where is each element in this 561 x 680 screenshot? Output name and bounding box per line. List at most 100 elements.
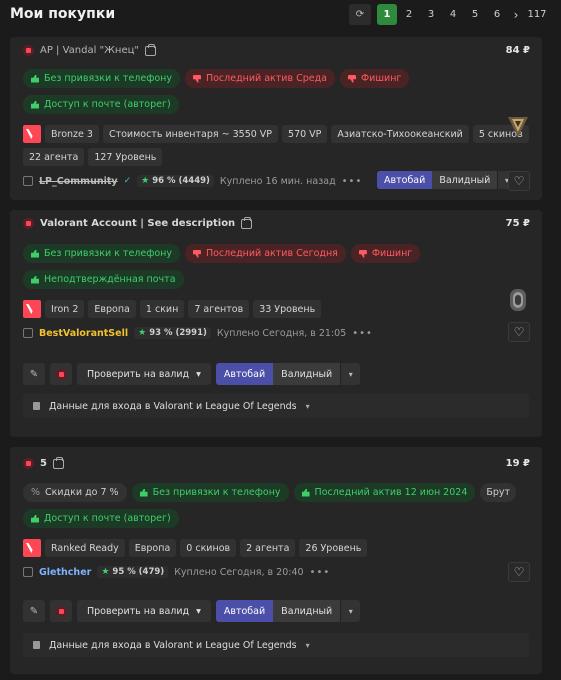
tag: Последний актив Среда	[184, 69, 335, 88]
tag-label: Фишинг	[371, 248, 413, 259]
autobuy-button[interactable]: Автобай	[215, 600, 274, 622]
next-page-icon[interactable]: ›	[509, 4, 523, 25]
card-title[interactable]: Valorant Account | See description	[40, 218, 235, 229]
tags-row: Без привязки к телефону Последний актив …	[23, 244, 421, 263]
info-chip: 26 Уровень	[299, 539, 368, 557]
more-options-icon[interactable]: •••	[310, 567, 331, 578]
heart-icon: ♡	[513, 565, 525, 579]
tag-label: Доступ к почте (авторег)	[44, 513, 171, 524]
rating-value: 96 % (4449)	[152, 176, 210, 186]
info-chip: Европа	[88, 300, 136, 318]
tag-label: Без привязки к телефону	[44, 248, 172, 259]
thumbs-down-icon	[192, 249, 201, 258]
page-3-button[interactable]: 3	[421, 4, 441, 25]
edit-icon[interactable]: ✎	[23, 363, 45, 385]
page-1-button[interactable]: 1	[377, 4, 397, 25]
thumbs-up-icon	[301, 488, 310, 497]
more-options-icon[interactable]: •••	[342, 176, 363, 187]
edit-icon[interactable]: ✎	[23, 600, 45, 622]
page-2-button[interactable]: 2	[399, 4, 419, 25]
tag: Последний актив 12 июн 2024	[293, 483, 476, 502]
valorant-button[interactable]	[50, 600, 72, 622]
valid-button[interactable]: Валидный	[273, 600, 341, 622]
tag-label: Неподтверждённая почта	[44, 274, 176, 285]
tag: Фишинг	[350, 244, 421, 263]
pagination: ⟳ 1 2 3 4 5 6 › 117	[349, 4, 549, 25]
seller-rating: ★ 95 % (479)	[97, 566, 169, 578]
thumbs-up-icon	[31, 74, 39, 83]
seller-name[interactable]: LP_Community	[39, 176, 118, 187]
tag: Последний актив Сегодня	[184, 244, 346, 263]
seller-row: BestValorantSell ★ 93 % (2991) Куплено Се…	[23, 327, 373, 339]
check-valid-label: Проверить на валид	[87, 368, 190, 380]
tag: Брут	[480, 483, 517, 502]
info-chip: 570 VP	[282, 125, 328, 143]
thumbs-up-icon	[31, 514, 39, 523]
cart-icon[interactable]	[145, 43, 157, 56]
autobuy-group: Автобай Валидный ▾	[215, 363, 361, 385]
purchase-card: Valorant Account | See description 75 ₽ …	[10, 210, 542, 437]
info-chip: 22 агента	[23, 148, 85, 166]
cart-icon[interactable]	[52, 456, 64, 469]
chevron-down-icon: ▾	[196, 368, 201, 380]
purchase-card: 5 19 ₽ % Скидки до 7 % Без привязки к тел…	[10, 447, 542, 674]
chevron-down-icon: ▾	[305, 640, 310, 650]
thumbs-up-icon	[31, 100, 39, 109]
info-chip: 33 Уровень	[253, 300, 322, 318]
account-info-row: Iron 2 Европа 1 скин 7 агентов 33 Уровен…	[23, 300, 322, 318]
refresh-icon[interactable]: ⟳	[349, 4, 371, 25]
check-valid-button[interactable]: Проверить на валид ▾	[77, 363, 211, 385]
favorite-button[interactable]: ♡	[508, 562, 530, 582]
tag: Доступ к почте (авторег)	[23, 509, 179, 528]
select-checkbox[interactable]	[23, 328, 33, 338]
card-title[interactable]: AP | Vandal "Жнец"	[40, 45, 139, 56]
favorite-button[interactable]: ♡	[508, 322, 530, 342]
check-valid-button[interactable]: Проверить на валид ▾	[77, 600, 211, 622]
last-page-button[interactable]: 117	[525, 4, 549, 25]
info-chip: 1 скин	[139, 300, 185, 318]
valid-button[interactable]: Валидный	[273, 363, 341, 385]
seller-name[interactable]: Glethcher	[39, 567, 91, 578]
action-row: ✎ Проверить на валид ▾ Автобай Валидный ▾	[23, 600, 361, 622]
iron-rank-icon	[510, 289, 526, 311]
select-checkbox[interactable]	[23, 176, 33, 186]
valid-button[interactable]: Валидный	[432, 171, 498, 189]
tags-row: Доступ к почте (авторег)	[23, 95, 179, 114]
more-options-icon[interactable]: •••	[352, 328, 373, 339]
chevron-down-icon[interactable]: ▾	[340, 363, 361, 385]
price: 84 ₽	[505, 45, 530, 56]
page-6-button[interactable]: 6	[487, 4, 507, 25]
tag: Доступ к почте (авторег)	[23, 95, 179, 114]
purchase-time: Куплено 16 мин. назад	[219, 175, 336, 187]
info-chip: Iron 2	[45, 300, 85, 318]
check-valid-label: Проверить на валид	[87, 605, 190, 617]
verified-icon: ✓	[123, 176, 132, 186]
purchase-time: Куплено Сегодня, в 21:05	[216, 327, 347, 339]
seller-name[interactable]: BestValorantSell	[39, 328, 128, 339]
tag-label: Последний актив Сегодня	[205, 248, 338, 259]
login-data-toggle[interactable]: Данные для входа в Valorant и League Of …	[23, 633, 529, 657]
page-5-button[interactable]: 5	[465, 4, 485, 25]
valorant-logo-icon	[23, 539, 41, 557]
star-icon: ★	[138, 328, 147, 338]
tags-row: Неподтверждённая почта	[23, 270, 184, 289]
seller-rating: ★ 96 % (4449)	[137, 175, 214, 187]
header: Мои покупки ⟳ 1 2 3 4 5 6 › 117	[0, 0, 561, 30]
autobuy-button[interactable]: Автобай	[215, 363, 274, 385]
login-data-toggle[interactable]: Данные для входа в Valorant и League Of …	[23, 394, 529, 418]
seller-row: LP_Community ✓ ★ 96 % (4449) Куплено 16 м…	[23, 175, 362, 187]
tag: % Скидки до 7 %	[23, 483, 127, 502]
page-4-button[interactable]: 4	[443, 4, 463, 25]
info-chip: Bronze 3	[45, 125, 99, 143]
heart-icon: ♡	[513, 174, 525, 188]
seller-row: Glethcher ★ 95 % (479) Куплено Сегодня, в…	[23, 566, 330, 578]
favorite-button[interactable]: ♡	[508, 171, 530, 191]
valorant-icon	[23, 218, 34, 229]
chevron-down-icon: ▾	[196, 605, 201, 617]
select-checkbox[interactable]	[23, 567, 33, 577]
cart-icon[interactable]	[241, 216, 253, 229]
chevron-down-icon[interactable]: ▾	[340, 600, 361, 622]
valorant-button[interactable]	[50, 363, 72, 385]
autobuy-button[interactable]: Автобай	[377, 171, 433, 189]
card-title[interactable]: 5	[40, 458, 47, 469]
